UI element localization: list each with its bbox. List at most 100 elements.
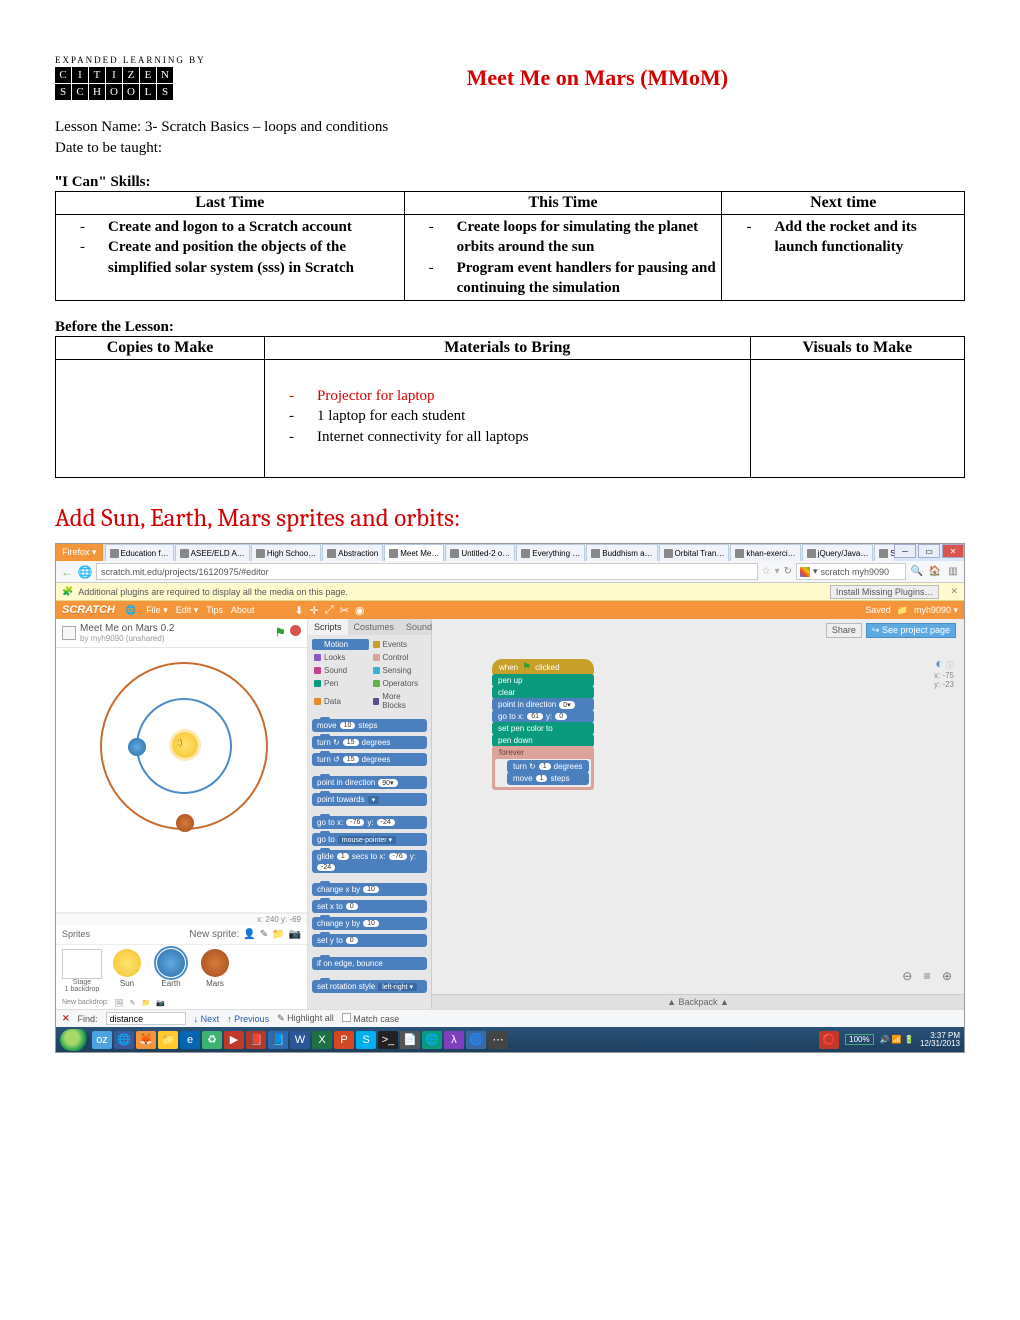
block-when-flag[interactable]: when⚑clicked — [492, 659, 594, 675]
menu-about[interactable]: About — [231, 605, 255, 616]
green-flag-icon[interactable]: ⚑ — [274, 625, 286, 641]
block-goto-mouse[interactable]: go tomouse-pointer ▾ — [312, 833, 427, 846]
block-edge-bounce[interactable]: if on edge, bounce — [312, 957, 427, 970]
block-move[interactable]: move10steps — [312, 719, 427, 732]
find-highlight[interactable]: ✎ Highlight all — [277, 1013, 334, 1024]
new-sprite-library-icon[interactable]: 👤 — [243, 929, 255, 940]
taskbar-icon[interactable]: ♻ — [202, 1031, 222, 1049]
tool-icon[interactable]: ◉ — [355, 604, 365, 617]
back-icon[interactable]: ← — [60, 565, 74, 579]
stage-thumbnail[interactable]: Stage 1 backdrop — [62, 949, 102, 993]
search-box[interactable]: ▾scratch myh9090 — [796, 563, 906, 580]
browser-tab[interactable]: Buddhism a… — [586, 544, 657, 561]
cat-control[interactable]: Control — [371, 652, 428, 663]
menu-icon[interactable]: ▥ — [946, 565, 960, 579]
browser-tab[interactable]: Everything … — [516, 544, 585, 561]
block-move[interactable]: move1steps — [507, 772, 589, 785]
cat-looks[interactable]: Looks — [312, 652, 369, 663]
new-sprite-upload-icon[interactable]: 📁 — [272, 929, 284, 940]
block-forever[interactable]: forever turn ↻1degrees move1steps — [492, 746, 594, 790]
tab-costumes[interactable]: Costumes — [348, 619, 401, 635]
tool-icon[interactable]: ⬇ — [294, 604, 303, 617]
browser-tab[interactable]: ASEE/ELD A… — [175, 544, 250, 561]
search-icon[interactable]: 🔍 — [910, 565, 924, 579]
backdrop-paint-icon[interactable]: 🖼 — [115, 999, 124, 1007]
menu-file[interactable]: File ▾ — [146, 605, 168, 616]
block-glide[interactable]: glide1secs to x:-76y:-24 — [312, 850, 427, 873]
block-rotation-style[interactable]: set rotation styleleft-right ▾ — [312, 980, 427, 993]
firefox-menu[interactable]: Firefox ▾ — [56, 544, 103, 561]
block-turn-ccw[interactable]: turn ↺15degrees — [312, 753, 427, 766]
script-area[interactable]: when⚑clicked pen up clear point in direc… — [432, 619, 964, 994]
taskbar-icon[interactable]: 🌐 — [114, 1031, 134, 1049]
browser-tab[interactable]: Simplexity … — [874, 544, 894, 561]
find-close-icon[interactable]: ✕ — [62, 1013, 70, 1024]
cat-operators[interactable]: Operators — [371, 678, 428, 689]
tool-icon[interactable]: ✛ — [310, 604, 319, 617]
find-matchcase[interactable]: Match case — [342, 1013, 400, 1024]
sprite-thumb-earth[interactable]: Earth — [152, 949, 190, 988]
browser-tab[interactable]: Abstraction — [322, 544, 383, 561]
cat-sound[interactable]: Sound — [312, 665, 369, 676]
taskbar-icon[interactable]: ⋯ — [488, 1031, 508, 1049]
script-stack[interactable]: when⚑clicked pen up clear point in direc… — [492, 659, 594, 790]
sprite-thumb-sun[interactable]: Sun — [108, 949, 146, 988]
block-point-dir[interactable]: point in direction90▾ — [312, 776, 427, 789]
folder-icon[interactable]: 📁 — [897, 605, 908, 616]
start-button[interactable] — [60, 1029, 90, 1051]
tool-icon[interactable]: ⤢ — [325, 604, 334, 617]
cat-data[interactable]: Data — [312, 691, 369, 711]
earth-sprite[interactable] — [128, 738, 146, 756]
taskbar-icon[interactable]: 📘 — [268, 1031, 288, 1049]
new-sprite-camera-icon[interactable]: 📷 — [289, 929, 301, 940]
scratch-globe-icon[interactable]: 🌐 — [125, 605, 136, 616]
block-turn-cw[interactable]: turn ↻15degrees — [312, 736, 427, 749]
backdrop-folder-icon[interactable]: 📁 — [141, 999, 150, 1007]
backpack[interactable]: ▲ Backpack ▲ — [432, 994, 964, 1009]
block-point-towards[interactable]: point towards▾ — [312, 793, 427, 806]
sprite-thumb-mars[interactable]: Mars — [196, 949, 234, 988]
browser-tab[interactable]: High Schoo… — [251, 544, 321, 561]
find-input[interactable] — [106, 1012, 186, 1025]
taskbar-icon[interactable]: 🌀 — [466, 1031, 486, 1049]
taskbar-icon[interactable]: >_ — [378, 1031, 398, 1049]
dropdown-icon[interactable]: ▾ — [775, 566, 780, 577]
block-change-x[interactable]: change x by10 — [312, 883, 427, 896]
cat-events[interactable]: Events — [371, 639, 428, 650]
tool-icon[interactable]: ✂ — [340, 604, 349, 617]
close-button[interactable]: ✕ — [942, 544, 964, 558]
address-bar[interactable]: scratch.mit.edu/projects/16120975/#edito… — [96, 563, 758, 580]
block-set-y[interactable]: set y to0 — [312, 934, 427, 947]
stage[interactable] — [56, 648, 307, 913]
backdrop-upload-icon[interactable]: ✎ — [130, 999, 136, 1007]
taskbar-icon[interactable]: e — [180, 1031, 200, 1049]
fullscreen-icon[interactable] — [62, 626, 76, 640]
taskbar-icon[interactable]: λ — [444, 1031, 464, 1049]
taskbar-icon[interactable]: oz — [92, 1031, 112, 1049]
install-plugins-button[interactable]: Install Missing Plugins… — [830, 585, 940, 599]
browser-tab[interactable]: jQuery/Java… — [802, 544, 874, 561]
block-goto-xy[interactable]: go to x:-76y:-24 — [312, 816, 427, 829]
user-menu[interactable]: myh9090 ▾ — [914, 605, 958, 616]
taskbar-icon[interactable]: 📁 — [158, 1031, 178, 1049]
browser-tab[interactable]: khan-exerci… — [730, 544, 800, 561]
find-prev[interactable]: ↑ Previous — [227, 1014, 269, 1024]
find-next[interactable]: ↓ Next — [194, 1014, 220, 1024]
mars-sprite[interactable] — [176, 814, 194, 832]
maximize-button[interactable]: ▭ — [918, 544, 940, 558]
minimize-button[interactable]: ─ — [894, 544, 916, 558]
browser-tab[interactable]: Orbital Tran… — [659, 544, 730, 561]
menu-tips[interactable]: Tips — [206, 605, 223, 616]
cat-motion[interactable]: Motion — [312, 639, 369, 650]
taskbar-icon[interactable]: X — [312, 1031, 332, 1049]
taskbar-icon[interactable]: 🦊 — [136, 1031, 156, 1049]
home-icon[interactable]: 🏠 — [928, 565, 942, 579]
backdrop-camera-icon[interactable]: 📷 — [156, 999, 165, 1007]
taskbar-icon[interactable]: 🌐 — [422, 1031, 442, 1049]
menu-edit[interactable]: Edit ▾ — [176, 605, 199, 616]
taskbar-icon[interactable]: P — [334, 1031, 354, 1049]
tray-icon[interactable]: ⭕ — [819, 1031, 839, 1049]
browser-tab[interactable]: Untitled-2 o… — [445, 544, 515, 561]
clock[interactable]: 3:37 PM 12/31/2013 — [920, 1032, 960, 1048]
taskbar-icon[interactable]: ▶ — [224, 1031, 244, 1049]
